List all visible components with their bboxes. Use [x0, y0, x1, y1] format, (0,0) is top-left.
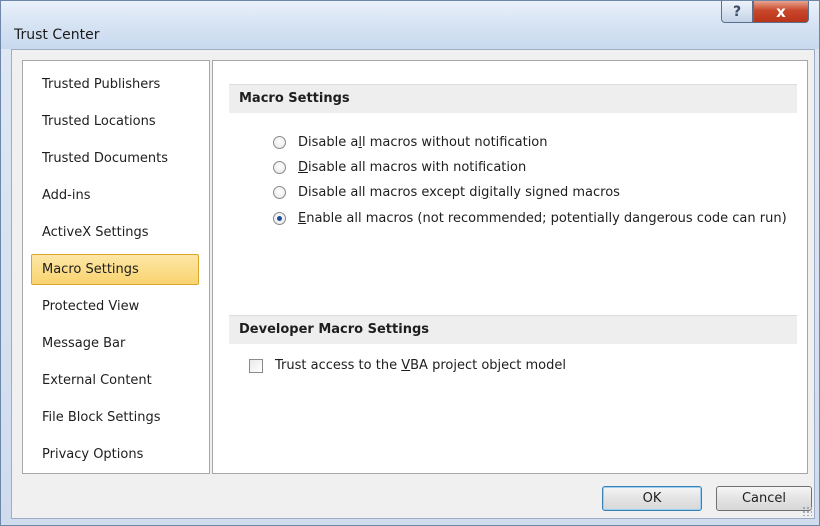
radio-label: Disable all macros except digitally sign… [298, 185, 620, 200]
trust-vba-access-checkbox-row[interactable]: Trust access to the VBA project object m… [249, 358, 566, 373]
radio-button[interactable] [273, 186, 286, 199]
sidebar-item-protected-view[interactable]: Protected View [31, 291, 199, 322]
radio-disable-with-notification[interactable]: Disable all macros with notification [273, 159, 526, 176]
sidebar-item-privacy-options[interactable]: Privacy Options [31, 439, 199, 470]
radio-button[interactable] [273, 136, 286, 149]
dialog-client-area: Trusted Publishers Trusted Locations Tru… [11, 49, 815, 519]
ok-button[interactable]: OK [602, 486, 702, 511]
trust-center-window: Trust Center ? x Trusted Publishers Trus… [0, 0, 820, 526]
radio-label: Disable all macros with notification [298, 160, 527, 175]
macro-settings-header: Macro Settings [229, 84, 797, 113]
sidebar-item-external-content[interactable]: External Content [31, 365, 199, 396]
radio-disable-except-signed[interactable]: Disable all macros except digitally sign… [273, 184, 620, 201]
sidebar-nav: Trusted Publishers Trusted Locations Tru… [22, 60, 210, 474]
radio-disable-without-notification[interactable]: Disable all macros without notification [273, 134, 548, 151]
radio-button-selected[interactable] [273, 212, 286, 225]
cancel-button[interactable]: Cancel [716, 486, 812, 511]
radio-label: Enable all macros (not recommended; pote… [298, 211, 787, 226]
radio-enable-all-macros[interactable]: Enable all macros (not recommended; pote… [273, 210, 814, 227]
sidebar-item-activex-settings[interactable]: ActiveX Settings [31, 217, 199, 248]
window-title: Trust Center [14, 27, 100, 43]
title-bar: Trust Center ? x [1, 1, 819, 49]
sidebar-item-macro-settings[interactable]: Macro Settings [31, 254, 199, 285]
sidebar-item-add-ins[interactable]: Add-ins [31, 180, 199, 211]
resize-grip-icon[interactable] [802, 506, 812, 516]
radio-button[interactable] [273, 161, 286, 174]
help-button[interactable]: ? [721, 1, 753, 23]
sidebar-item-trusted-documents[interactable]: Trusted Documents [31, 143, 199, 174]
sidebar-item-message-bar[interactable]: Message Bar [31, 328, 199, 359]
close-button[interactable]: x [753, 1, 809, 23]
sidebar-item-trusted-locations[interactable]: Trusted Locations [31, 106, 199, 137]
developer-macro-settings-header: Developer Macro Settings [229, 315, 797, 344]
trust-vba-access-checkbox[interactable] [249, 358, 263, 373]
radio-label: Disable all macros without notification [298, 135, 548, 150]
sidebar-item-trusted-publishers[interactable]: Trusted Publishers [31, 69, 199, 100]
close-icon: x [776, 2, 786, 21]
checkbox-label: Trust access to the VBA project object m… [275, 358, 566, 373]
help-icon: ? [732, 3, 742, 20]
sidebar-item-file-block-settings[interactable]: File Block Settings [31, 402, 199, 433]
settings-panel: Macro Settings Disable all macros withou… [212, 60, 808, 474]
